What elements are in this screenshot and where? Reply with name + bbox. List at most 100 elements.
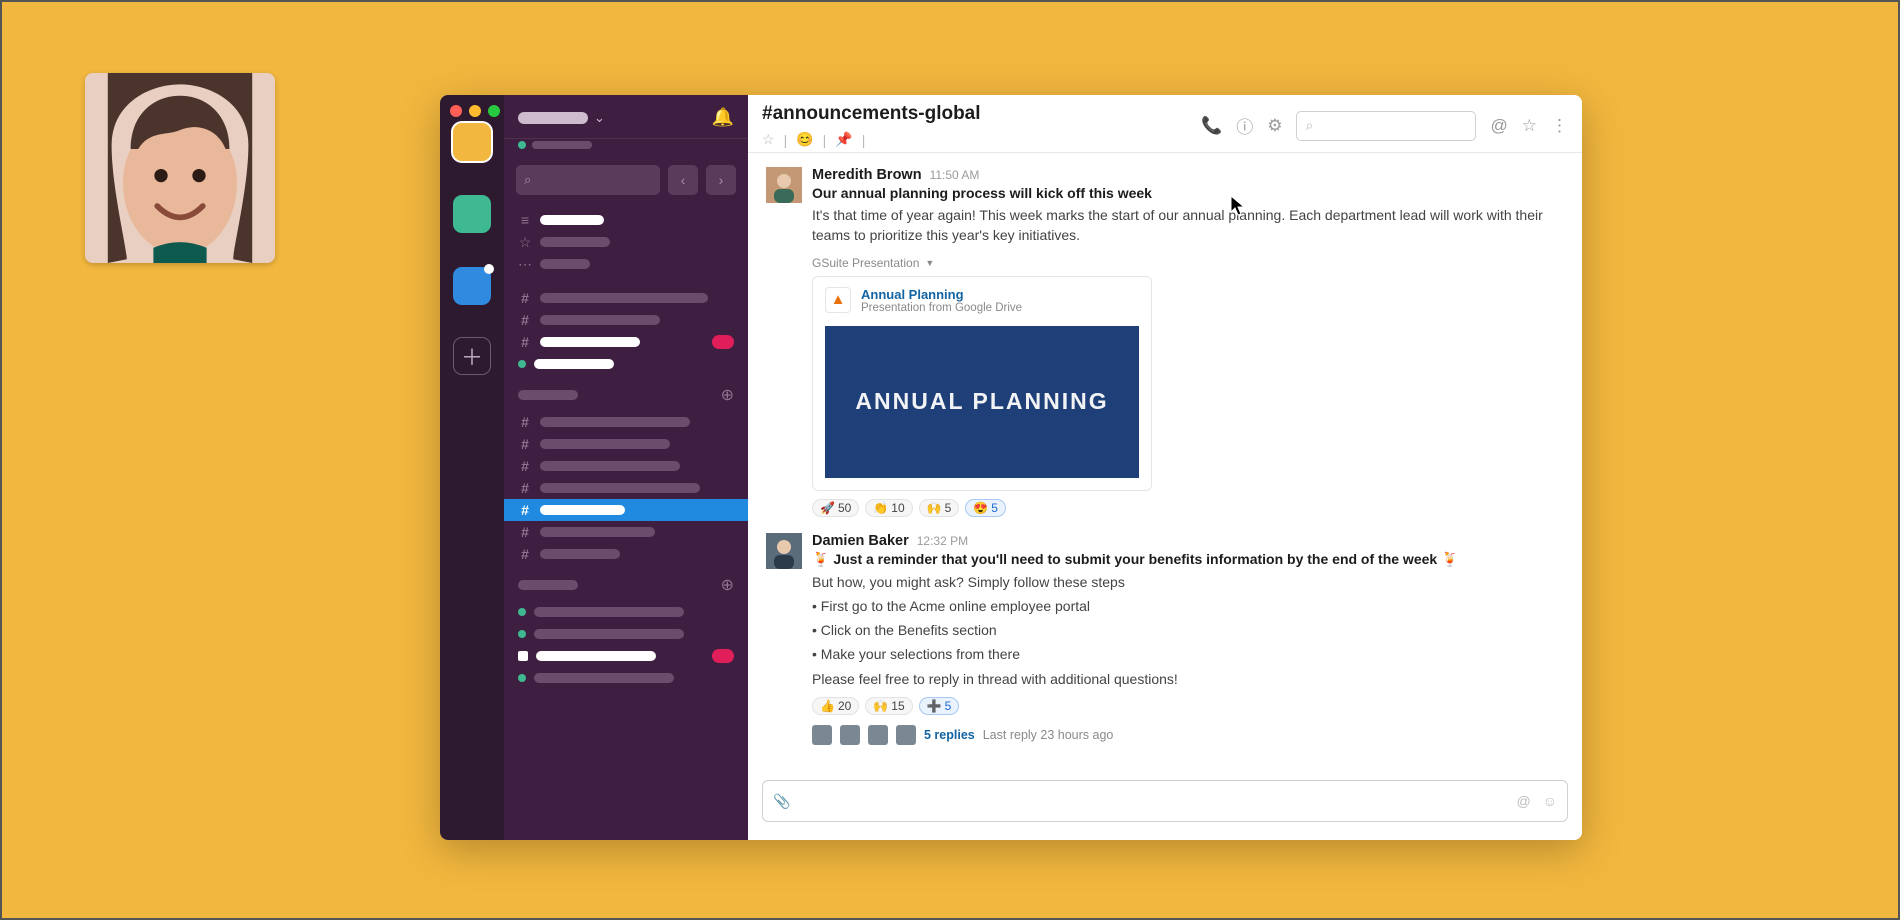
presence-dot — [518, 360, 526, 368]
reaction[interactable]: 🚀50 — [812, 499, 859, 517]
workspace-tile-0[interactable] — [453, 123, 491, 161]
message-bullet: • First go to the Acme online employee p… — [812, 596, 1564, 616]
history-forward-button[interactable]: › — [706, 165, 736, 195]
hash-icon: # — [518, 502, 532, 518]
message-bullet: • Click on the Benefits section — [812, 620, 1564, 640]
channel-header-sub: ☆| 😊| 📌| — [762, 131, 981, 148]
reaction[interactable]: 👍20 — [812, 697, 859, 715]
more-icon[interactable]: ⋮ — [1551, 116, 1568, 136]
unread-badge — [712, 649, 734, 663]
message-0: Meredith Brown 11:50 AM Our annual plannin… — [766, 167, 1564, 517]
members-icon[interactable]: 😊 — [796, 131, 813, 148]
hash-icon: # — [518, 546, 532, 562]
presence-dot — [518, 651, 528, 661]
sidebar-top-item-2[interactable]: ⋯ — [504, 253, 748, 275]
sidebar-channel-a2[interactable]: # — [504, 331, 748, 353]
attachment-source[interactable]: GSuite Presentation ▼ — [812, 256, 1564, 270]
message-timestamp: 12:32 PM — [917, 534, 968, 548]
author-avatar[interactable] — [766, 167, 802, 203]
hash-icon: # — [518, 458, 532, 474]
sidebar-channel-b0[interactable]: # — [504, 411, 748, 433]
hash-icon: # — [518, 524, 532, 540]
message-subject: Our annual planning process will kick of… — [812, 185, 1564, 201]
sidebar-channel-b1[interactable]: # — [504, 433, 748, 455]
sidebar-channel-a3[interactable] — [504, 353, 748, 375]
star-channel-icon[interactable]: ☆ — [1522, 116, 1537, 136]
reaction[interactable]: 👏10 — [865, 499, 912, 517]
reaction[interactable]: 😍5 — [965, 499, 1006, 517]
message-list: Meredith Brown 11:50 AM Our annual plannin… — [748, 153, 1582, 772]
sidebar-channel-b6[interactable]: # — [504, 543, 748, 565]
window-controls — [450, 105, 500, 117]
message-author[interactable]: Meredith Brown — [812, 167, 922, 183]
maximize-window-button[interactable] — [488, 105, 500, 117]
pin-icon[interactable]: 📌 — [835, 131, 852, 148]
attachment-preview: ANNUAL PLANNING — [825, 326, 1139, 478]
presence-dot — [518, 674, 526, 682]
author-avatar[interactable] — [766, 533, 802, 569]
reaction[interactable]: 🙌5 — [919, 499, 960, 517]
sidebar-channel-b2[interactable]: # — [504, 455, 748, 477]
message-composer[interactable]: 📎 @ ☺ — [762, 780, 1568, 822]
message-bullet: • Make your selections from there — [812, 644, 1564, 664]
mentions-icon[interactable]: @ — [1490, 116, 1507, 136]
sidebar-top-item-1[interactable]: ☆ — [504, 231, 748, 253]
channels-section-header[interactable]: ⊕ — [504, 375, 748, 407]
reaction[interactable]: 🙌15 — [865, 697, 912, 715]
minimize-window-button[interactable] — [469, 105, 481, 117]
section-icon: ⋯ — [518, 256, 532, 273]
attach-icon[interactable]: 📎 — [773, 793, 790, 810]
gear-icon[interactable]: ⚙ — [1267, 116, 1282, 136]
attachment-card[interactable]: ▲Annual PlanningPresentation from Google… — [812, 276, 1152, 491]
sidebar-channel-b4[interactable]: # — [504, 499, 748, 521]
call-icon[interactable]: 📞 — [1201, 116, 1222, 136]
mention-icon[interactable]: @ — [1516, 793, 1530, 809]
sidebar-dm-2[interactable] — [504, 645, 748, 667]
add-workspace-button[interactable]: ＋ — [453, 337, 491, 375]
workspace-tile-1[interactable] — [453, 195, 491, 233]
message-timestamp: 11:50 AM — [930, 168, 980, 182]
notifications-icon[interactable]: 🔔 — [712, 107, 734, 128]
workspace-switcher[interactable]: ⌄ — [518, 110, 605, 126]
message-closing: Please feel free to reply in thread with… — [812, 669, 1564, 689]
channel-title[interactable]: #announcements-global — [762, 103, 981, 125]
thread-avatar — [896, 725, 916, 745]
thread-avatar — [812, 725, 832, 745]
sidebar-channel-a1[interactable]: # — [504, 309, 748, 331]
message-subject: 🍹 Just a reminder that you'll need to su… — [812, 551, 1564, 568]
sidebar-top-item-0[interactable]: ≡ — [504, 209, 748, 231]
add-channel-icon[interactable]: ⊕ — [721, 385, 734, 405]
sidebar-dm-3[interactable] — [504, 667, 748, 689]
unread-badge — [712, 335, 734, 349]
message-body: But how, you might ask? Simply follow th… — [812, 572, 1564, 592]
hash-icon: # — [518, 312, 532, 328]
search-input[interactable]: ⌕ — [1296, 111, 1476, 141]
presence-dot — [518, 608, 526, 616]
info-icon[interactable]: ⓘ — [1236, 113, 1253, 138]
thread-avatar — [868, 725, 888, 745]
workspace-tile-2[interactable] — [453, 267, 491, 305]
dms-section-header[interactable]: ⊕ — [504, 565, 748, 597]
star-icon[interactable]: ☆ — [762, 131, 775, 148]
add-dm-icon[interactable]: ⊕ — [721, 575, 734, 595]
user-status[interactable] — [504, 139, 748, 159]
sidebar-channel-a0[interactable]: # — [504, 287, 748, 309]
thread-summary[interactable]: 5 repliesLast reply 23 hours ago — [812, 725, 1564, 745]
sidebar-channel-b5[interactable]: # — [504, 521, 748, 543]
sidebar-dm-1[interactable] — [504, 623, 748, 645]
hash-icon: # — [518, 414, 532, 430]
reaction[interactable]: ➕5 — [919, 697, 960, 715]
workspace-rail: ＋ — [440, 95, 504, 840]
search-icon: ⌕ — [1305, 117, 1313, 134]
filter-icon: ⌕ — [524, 172, 531, 188]
close-window-button[interactable] — [450, 105, 462, 117]
history-back-button[interactable]: ‹ — [668, 165, 698, 195]
sidebar-dm-0[interactable] — [504, 601, 748, 623]
emoji-icon[interactable]: ☺ — [1543, 793, 1557, 809]
thread-replies-link[interactable]: 5 replies — [924, 728, 975, 742]
message-body: It's that time of year again! This week … — [812, 205, 1564, 246]
sidebar-channel-b3[interactable]: # — [504, 477, 748, 499]
message-author[interactable]: Damien Baker — [812, 533, 909, 549]
jump-to-input[interactable]: ⌕ — [516, 165, 660, 195]
section-icon: ≡ — [518, 212, 532, 228]
